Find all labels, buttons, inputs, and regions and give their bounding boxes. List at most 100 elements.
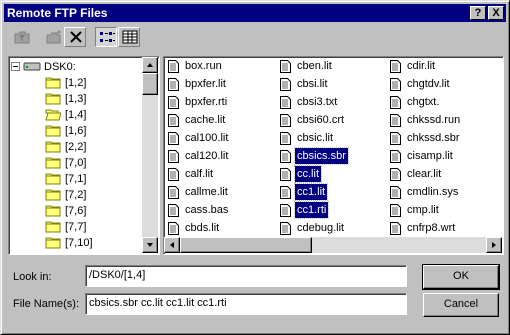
file-item[interactable]: cbsi3.txt (280, 94, 380, 111)
file-name: cc1.rti (293, 201, 330, 219)
tree-item-label: [1,2] (65, 77, 87, 89)
file-item[interactable]: callme.lit (168, 184, 268, 201)
tree-root-label: DSK0: (44, 61, 76, 73)
tree-item-label: [2,2] (65, 141, 87, 153)
file-names-input[interactable]: cbsics.sbr cc.lit cc1.lit cc1.rti (85, 293, 407, 315)
file-name: cdebug.lit (297, 222, 345, 234)
tree-scroll-thumb[interactable] (142, 73, 158, 95)
file-name: cbsic.lit (297, 132, 334, 144)
file-item[interactable]: chgtdv.lit (390, 76, 490, 93)
list-view-button[interactable] (95, 27, 117, 47)
look-in-field[interactable]: /DSK0/[1,4] (85, 265, 407, 287)
folder-tree[interactable]: DSK0: [1,2] [1,3] [1,4] [1,6] [2,2] [7,0] [7,1… (8, 56, 160, 255)
tree-root[interactable]: DSK0: (11, 59, 141, 75)
file-list[interactable]: box.run bpxfer.lit bpxfer.rti cache.lit cal1… (163, 56, 504, 255)
file-name: cmp.lit (407, 204, 439, 216)
file-item[interactable]: cisamp.lit (390, 148, 490, 165)
file-name: chgtxt. (407, 96, 440, 108)
cancel-button[interactable]: Cancel (423, 293, 499, 317)
look-in-label: Look in: (13, 271, 52, 283)
remote-ftp-dialog: Remote FTP Files ? X DSK0: [1,2] [1,3] [… (0, 0, 510, 335)
file-name: bpxfer.lit (185, 78, 226, 90)
file-item[interactable]: chkssd.run (390, 112, 490, 129)
file-name: bpxfer.rti (185, 96, 228, 108)
file-name: chkssd.run (407, 114, 461, 126)
title-bar[interactable]: Remote FTP Files ? X (4, 4, 506, 22)
file-name: cass.bas (185, 204, 229, 216)
file-item[interactable]: chkssd.sbr (390, 130, 490, 147)
file-name: cmdlin.sys (407, 186, 459, 198)
tree-item[interactable]: [7,6] (45, 203, 135, 219)
file-item[interactable]: box.run (168, 58, 268, 75)
collapse-icon[interactable] (11, 60, 20, 76)
file-name: cbsics.sbr (294, 147, 349, 165)
file-item[interactable]: cbsi.lit (280, 76, 380, 93)
file-item[interactable]: cass.bas (168, 202, 268, 219)
file-name: cdir.lit (407, 60, 436, 72)
details-view-button[interactable] (118, 27, 140, 47)
close-button[interactable]: X (488, 6, 504, 20)
file-scroll-right[interactable] (486, 237, 502, 253)
file-item[interactable]: cache.lit (168, 112, 268, 129)
up-folder-button[interactable] (10, 27, 32, 47)
tree-item-label: [7,6] (65, 205, 87, 217)
tree-scrollbar[interactable] (142, 57, 158, 253)
file-item[interactable]: cmp.lit (390, 202, 490, 219)
tree-item[interactable]: [7,10] (45, 235, 135, 251)
ok-button[interactable]: OK (422, 264, 500, 290)
tree-item[interactable]: [7,0] (45, 155, 135, 171)
file-item[interactable]: cbsi60.crt (280, 112, 380, 129)
file-item[interactable]: calf.lit (168, 166, 268, 183)
tree-item[interactable]: [7,1] (45, 171, 135, 187)
help-button[interactable]: ? (470, 6, 486, 20)
tree-item[interactable]: [1,4] (45, 107, 135, 123)
file-name: cal120.lit (185, 150, 229, 162)
file-scroll-thumb[interactable] (180, 237, 312, 253)
file-item[interactable]: cal100.lit (168, 130, 268, 147)
file-item[interactable]: cnfrp8.wrt (390, 220, 490, 237)
file-name: cisamp.lit (407, 150, 453, 162)
file-name: box.run (185, 60, 222, 72)
file-name: cbsi60.crt (297, 114, 345, 126)
tree-item[interactable]: [1,2] (45, 75, 135, 91)
file-item[interactable]: bpxfer.lit (168, 76, 268, 93)
file-name: clear.lit (407, 168, 442, 180)
new-folder-button[interactable] (42, 27, 64, 47)
file-item[interactable]: cc1.lit (280, 183, 380, 201)
file-item[interactable]: cben.lit (280, 58, 380, 75)
file-name: chkssd.sbr (407, 132, 460, 144)
file-item[interactable]: cbsics.sbr (280, 147, 380, 165)
tree-scroll-up[interactable] (142, 57, 158, 73)
file-scroll-left[interactable] (164, 237, 180, 253)
file-list-scrollbar[interactable] (164, 237, 502, 253)
file-name: cal100.lit (185, 132, 229, 144)
file-item[interactable]: cmdlin.sys (390, 184, 490, 201)
file-item[interactable]: cbsic.lit (280, 130, 380, 147)
folder-icon (45, 236, 61, 254)
file-item[interactable]: cdir.lit (390, 58, 490, 75)
file-item[interactable]: cc1.rti (280, 201, 380, 219)
tree-item[interactable]: [1,6] (45, 123, 135, 139)
tree-item-label: [7,0] (65, 157, 87, 169)
file-item[interactable]: bpxfer.rti (168, 94, 268, 111)
file-name: calf.lit (185, 168, 214, 180)
tree-item[interactable]: [2,2] (45, 139, 135, 155)
tree-item[interactable]: [7,2] (45, 187, 135, 203)
file-item[interactable]: cal120.lit (168, 148, 268, 165)
file-item[interactable]: chgtxt. (390, 94, 490, 111)
tree-item-label: [7,7] (65, 221, 87, 233)
file-item[interactable]: clear.lit (390, 166, 490, 183)
file-names-label: File Name(s): (13, 298, 80, 310)
file-name: cc.lit (294, 165, 322, 183)
file-item[interactable]: cdebug.lit (280, 220, 380, 237)
tree-item[interactable]: [1,3] (45, 91, 135, 107)
file-item[interactable]: cbds.lit (168, 220, 268, 237)
file-name: cache.lit (185, 114, 226, 126)
tree-scroll-down[interactable] (142, 237, 158, 253)
tree-item[interactable]: [7,7] (45, 219, 135, 235)
file-name: callme.lit (185, 186, 228, 198)
file-item[interactable]: cc.lit (280, 165, 380, 183)
delete-button[interactable] (64, 27, 86, 47)
file-name: cbsi.lit (297, 78, 328, 90)
file-name: cbsi3.txt (297, 96, 338, 108)
